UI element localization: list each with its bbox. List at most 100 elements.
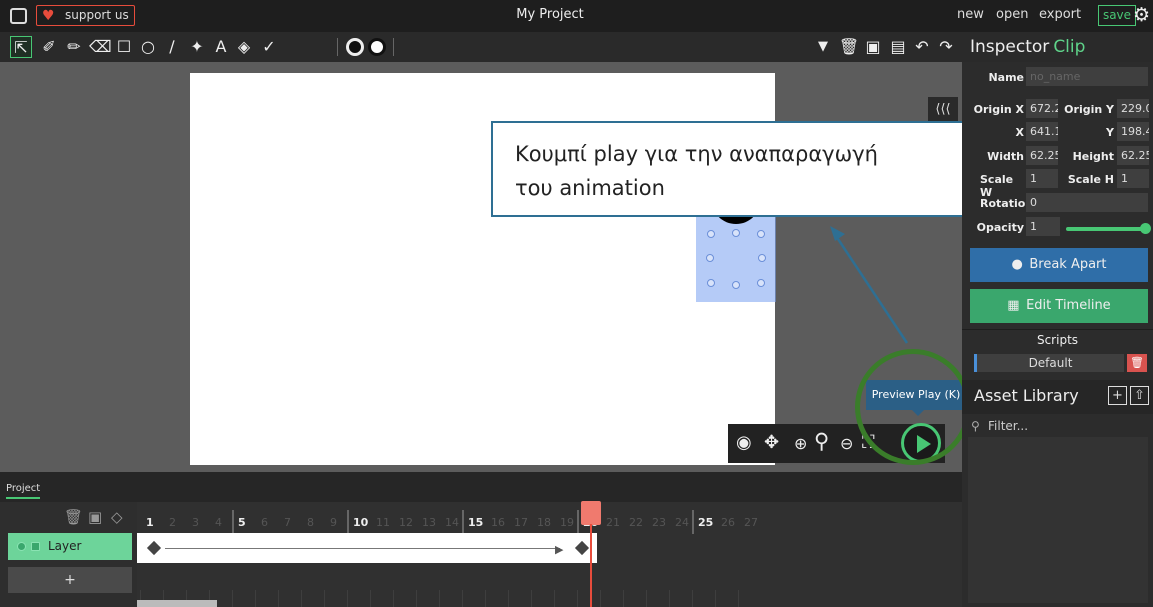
opacity-field[interactable]: 1 [1026, 217, 1060, 236]
frame-cell[interactable] [715, 590, 716, 607]
break-apart-button[interactable]: ● Break Apart [970, 248, 1148, 282]
tween-arrow-icon: ▶ [555, 543, 564, 556]
scale-w-label: Scale W [980, 173, 1014, 199]
frame-number[interactable]: 19 [557, 516, 580, 529]
frame-cell[interactable] [324, 590, 325, 607]
app-root: ♥ support us My Project new open export … [0, 0, 1153, 607]
frame-cell[interactable] [439, 590, 440, 607]
pan-icon[interactable]: ✥ [764, 432, 779, 453]
asset-list[interactable] [968, 437, 1148, 603]
zoom-out-icon[interactable]: ⊖ [840, 434, 853, 453]
frame-cell[interactable] [738, 590, 739, 607]
frame-cell[interactable] [462, 590, 463, 607]
upload-asset-icon[interactable]: ⇧ [1130, 386, 1149, 405]
frame-number[interactable]: 10 [350, 516, 373, 529]
timeline-panel: Project 🗑 ▣ ◇ Layer + 272625242322212019… [0, 472, 962, 607]
scripts-label: Scripts [1036, 333, 1079, 347]
scale-h-label: Scale H [1067, 173, 1114, 186]
height-field[interactable]: 62.25 [1117, 146, 1149, 165]
frame-grid[interactable]: 2726252423222120191817161514131211109876… [137, 501, 962, 607]
frame-cell[interactable] [278, 590, 279, 607]
add-frame-icon[interactable]: ▣ [88, 508, 102, 526]
frame-number[interactable]: 11 [373, 516, 396, 529]
origin-x-field[interactable]: 672.2 [1026, 99, 1058, 118]
playhead[interactable] [581, 501, 601, 525]
frame-number[interactable]: 7 [281, 516, 304, 529]
frame-number[interactable]: 14 [442, 516, 465, 529]
asset-filter-input[interactable]: ⚲ Filter... [968, 415, 1148, 437]
frame-number[interactable]: 24 [672, 516, 695, 529]
frame-cell[interactable] [554, 590, 555, 607]
frame-number[interactable]: 2 [166, 516, 189, 529]
frame-number[interactable]: 1 [143, 516, 166, 529]
frame-number[interactable]: 13 [419, 516, 442, 529]
frame-cell[interactable] [255, 590, 256, 607]
frame-cell[interactable] [646, 590, 647, 607]
script-default[interactable]: Default [974, 354, 1124, 372]
timeline-scrollbar[interactable] [137, 600, 217, 607]
layer-row[interactable]: Layer [8, 533, 132, 560]
frame-cell[interactable] [370, 590, 371, 607]
frame-number[interactable]: 22 [626, 516, 649, 529]
edit-timeline-button[interactable]: ▦ Edit Timeline [970, 289, 1148, 323]
x-field[interactable]: 641.1 [1026, 122, 1058, 141]
frame-cell[interactable] [393, 590, 394, 607]
frame-cell[interactable] [347, 590, 348, 607]
tween-span[interactable]: ▶ [137, 533, 597, 563]
frame-number[interactable]: 21 [603, 516, 626, 529]
timeline-tab-bar: Project [0, 472, 962, 502]
layer-visibility-icon[interactable] [17, 542, 26, 551]
name-field[interactable]: no_name [1026, 67, 1148, 86]
playhead-line [590, 524, 592, 607]
frame-cell[interactable] [232, 590, 233, 607]
zoom-icon[interactable]: ⚲ [814, 429, 829, 453]
frame-number[interactable]: 9 [327, 516, 350, 529]
frame-cell[interactable] [692, 590, 693, 607]
add-keyframe-icon[interactable]: ◇ [111, 508, 123, 526]
frame-number[interactable]: 5 [235, 516, 258, 529]
frame-number[interactable]: 25 [695, 516, 718, 529]
frame-cell[interactable] [416, 590, 417, 607]
opacity-slider[interactable] [1066, 227, 1146, 231]
scale-w-field[interactable]: 1 [1026, 169, 1058, 188]
frame-number[interactable]: 8 [304, 516, 327, 529]
rotation-field[interactable]: 0 [1026, 193, 1148, 212]
frame-number[interactable]: 26 [718, 516, 741, 529]
onion-skin-icon[interactable]: ◉ [736, 432, 752, 453]
width-field[interactable]: 62.25 [1026, 146, 1058, 165]
frame-number[interactable]: 17 [511, 516, 534, 529]
frame-number[interactable]: 23 [649, 516, 672, 529]
origin-y-field[interactable]: 229.0 [1117, 99, 1149, 118]
frame-number[interactable]: 18 [534, 516, 557, 529]
trash-icon[interactable]: 🗑 [1127, 354, 1147, 372]
frame-number[interactable]: 3 [189, 516, 212, 529]
frame-number[interactable]: 27 [741, 516, 764, 529]
frame-cell[interactable] [301, 590, 302, 607]
add-layer-button[interactable]: + [8, 567, 132, 593]
frame-cell[interactable] [531, 590, 532, 607]
keyframe-start[interactable] [146, 540, 162, 556]
add-asset-icon[interactable]: + [1108, 386, 1127, 405]
frame-number[interactable]: 12 [396, 516, 419, 529]
scale-h-field[interactable]: 1 [1117, 169, 1149, 188]
opacity-slider-knob[interactable] [1140, 223, 1151, 234]
inspector-divider [962, 329, 1153, 330]
frame-number[interactable]: 15 [465, 516, 488, 529]
frame-number[interactable]: 16 [488, 516, 511, 529]
keyframe-end[interactable] [574, 540, 590, 556]
zoom-in-icon[interactable]: ⊕ [794, 434, 807, 453]
edit-timeline-icon: ▦ [1007, 298, 1027, 313]
y-field[interactable]: 198.4 [1117, 122, 1149, 141]
frame-number[interactable]: 6 [258, 516, 281, 529]
frame-cell[interactable] [577, 590, 578, 607]
layer-lock-icon[interactable] [31, 542, 40, 551]
tab-project[interactable]: Project [6, 483, 41, 499]
delete-layer-icon[interactable]: 🗑 [64, 508, 83, 526]
inspector-title: Inspector [970, 37, 1050, 57]
frame-cell[interactable] [669, 590, 670, 607]
frame-cell[interactable] [508, 590, 509, 607]
frame-cell[interactable] [600, 590, 601, 607]
frame-cell[interactable] [485, 590, 486, 607]
frame-cell[interactable] [623, 590, 624, 607]
frame-number[interactable]: 4 [212, 516, 235, 529]
